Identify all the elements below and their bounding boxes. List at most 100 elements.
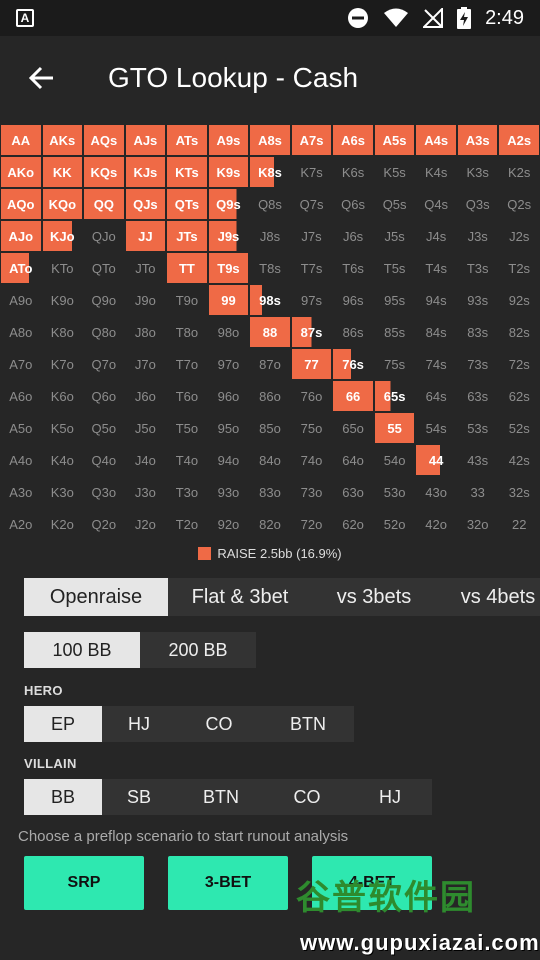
hand-cell[interactable]: 43s <box>456 444 499 476</box>
hand-cell[interactable]: Q6s <box>332 188 374 220</box>
hand-cell[interactable]: T9o <box>166 284 208 316</box>
hand-cell[interactable]: A3o <box>0 476 42 508</box>
hand-cell[interactable]: ATo <box>0 252 42 284</box>
hand-cell[interactable]: 94o <box>207 444 250 476</box>
tab-vs-4bets[interactable]: vs 4bets <box>436 578 540 616</box>
hand-cell[interactable]: K2s <box>498 156 540 188</box>
hand-cell[interactable]: Q7s <box>290 188 333 220</box>
hand-cell[interactable]: 74s <box>415 348 457 380</box>
hand-cell[interactable]: A9s <box>207 124 250 156</box>
hand-cell[interactable]: 62s <box>498 380 540 412</box>
hand-cell[interactable]: K7s <box>290 156 333 188</box>
hand-cell[interactable]: JJ <box>124 220 167 252</box>
hand-cell[interactable]: 85s <box>373 316 416 348</box>
hand-cell[interactable]: 92s <box>498 284 540 316</box>
hand-cell[interactable]: A6o <box>0 380 42 412</box>
hand-cell[interactable]: 93o <box>207 476 250 508</box>
hand-cell[interactable]: JTo <box>124 252 167 284</box>
hand-cell[interactable]: 52s <box>498 412 540 444</box>
hand-cell[interactable]: 55 <box>373 412 416 444</box>
hand-cell[interactable]: A6s <box>332 124 374 156</box>
hand-cell[interactable]: K3o <box>41 476 84 508</box>
hand-cell[interactable]: JTs <box>166 220 208 252</box>
hand-cell[interactable]: T5o <box>166 412 208 444</box>
hand-cell[interactable]: KTs <box>166 156 208 188</box>
villain-co[interactable]: CO <box>266 779 348 815</box>
hand-cell[interactable]: 84s <box>415 316 457 348</box>
hand-cell[interactable]: J6s <box>332 220 374 252</box>
hand-cell[interactable]: Q5o <box>83 412 125 444</box>
hand-cell[interactable]: J4s <box>415 220 457 252</box>
hand-cell[interactable]: T3s <box>456 252 499 284</box>
hand-cell[interactable]: 64o <box>332 444 374 476</box>
hand-cell[interactable]: 97o <box>207 348 250 380</box>
hand-cell[interactable]: T7s <box>290 252 333 284</box>
hand-cell[interactable]: 94s <box>415 284 457 316</box>
hand-cell[interactable]: Q2o <box>83 508 125 540</box>
hero-co[interactable]: CO <box>176 706 262 742</box>
hand-cell[interactable]: A3s <box>456 124 499 156</box>
hand-cell[interactable]: 84o <box>249 444 291 476</box>
hand-cell[interactable]: 63o <box>332 476 374 508</box>
hand-cell[interactable]: 86o <box>249 380 291 412</box>
hand-cell[interactable]: KJo <box>41 220 84 252</box>
hand-cell[interactable]: TT <box>166 252 208 284</box>
tab-openraise[interactable]: Openraise <box>24 578 168 616</box>
hand-cell[interactable]: K9o <box>41 284 84 316</box>
hand-cell[interactable]: 66 <box>332 380 374 412</box>
hand-cell[interactable]: 42s <box>498 444 540 476</box>
tab-vs-3bets[interactable]: vs 3bets <box>312 578 436 616</box>
hand-cell[interactable]: A5s <box>373 124 416 156</box>
hand-cell[interactable]: A8s <box>249 124 291 156</box>
hand-cell[interactable]: AKs <box>41 124 84 156</box>
hand-cell[interactable]: J3s <box>456 220 499 252</box>
back-button[interactable] <box>0 36 84 120</box>
hand-cell[interactable]: A8o <box>0 316 42 348</box>
hand-cell[interactable]: AQo <box>0 188 42 220</box>
hand-cell[interactable]: K5o <box>41 412 84 444</box>
hero-btn[interactable]: BTN <box>262 706 354 742</box>
hand-cell[interactable]: T5s <box>373 252 416 284</box>
hand-cell[interactable]: 76s <box>332 348 374 380</box>
hand-cell[interactable]: K6o <box>41 380 84 412</box>
hand-cell[interactable]: 77 <box>290 348 333 380</box>
hand-cell[interactable]: K8o <box>41 316 84 348</box>
hand-cell[interactable]: 85o <box>249 412 291 444</box>
hand-cell[interactable]: 54o <box>373 444 416 476</box>
hand-cell[interactable]: A7s <box>290 124 333 156</box>
hand-cell[interactable]: 65o <box>332 412 374 444</box>
hand-cell[interactable]: J2o <box>124 508 167 540</box>
hand-cell[interactable]: AA <box>0 124 42 156</box>
hand-cell[interactable]: T4s <box>415 252 457 284</box>
hand-cell[interactable]: Q9o <box>83 284 125 316</box>
hand-cell[interactable]: 88 <box>249 316 291 348</box>
hand-cell[interactable]: 95s <box>373 284 416 316</box>
hand-cell[interactable]: QTo <box>83 252 125 284</box>
hand-cell[interactable]: T2o <box>166 508 208 540</box>
hand-cell[interactable]: 96s <box>332 284 374 316</box>
hand-cell[interactable]: Q3o <box>83 476 125 508</box>
hand-cell[interactable]: ATs <box>166 124 208 156</box>
hand-cell[interactable]: AJo <box>0 220 42 252</box>
hand-cell[interactable]: Q6o <box>83 380 125 412</box>
hand-cell[interactable]: K6s <box>332 156 374 188</box>
hand-cell[interactable]: 96o <box>207 380 250 412</box>
hand-cell[interactable]: K9s <box>207 156 250 188</box>
hand-cell[interactable]: K3s <box>456 156 499 188</box>
hand-cell[interactable]: A7o <box>0 348 42 380</box>
hand-cell[interactable]: 52o <box>373 508 416 540</box>
hand-cell[interactable]: KJs <box>124 156 167 188</box>
hand-cell[interactable]: A5o <box>0 412 42 444</box>
hand-cell[interactable]: Q2s <box>498 188 540 220</box>
hand-cell[interactable]: J8o <box>124 316 167 348</box>
hand-cell[interactable]: 72s <box>498 348 540 380</box>
hand-cell[interactable]: 74o <box>290 444 333 476</box>
hand-cell[interactable]: 97s <box>290 284 333 316</box>
hand-cell[interactable]: A4s <box>415 124 457 156</box>
hand-cell[interactable]: J7o <box>124 348 167 380</box>
hand-cell[interactable]: J5s <box>373 220 416 252</box>
hand-cell[interactable]: J9o <box>124 284 167 316</box>
villain-sb[interactable]: SB <box>102 779 176 815</box>
hand-cell[interactable]: T2s <box>498 252 540 284</box>
hand-cell[interactable]: AQs <box>83 124 125 156</box>
